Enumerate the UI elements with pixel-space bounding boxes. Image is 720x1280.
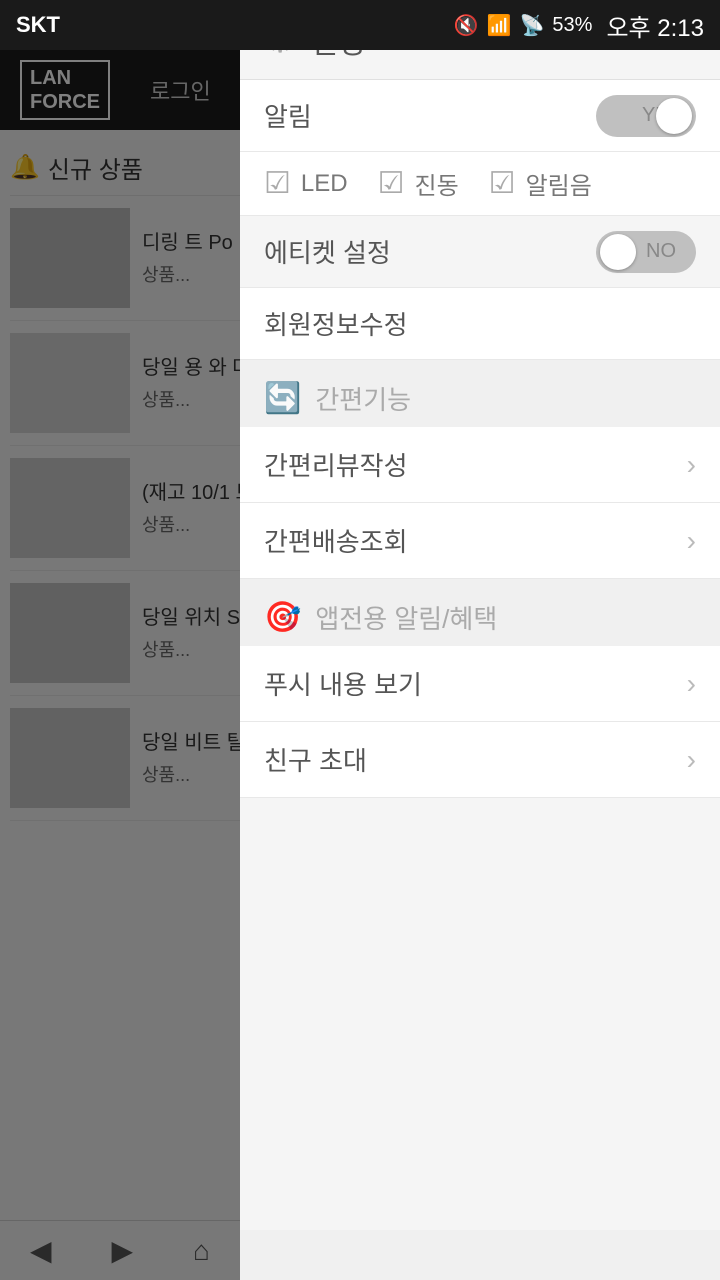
checkbox-sound-icon: ☑: [489, 166, 516, 201]
arrow-right-icon: ›: [687, 525, 696, 557]
notifications-toggle[interactable]: YES: [596, 95, 696, 137]
checkbox-sound[interactable]: ☑ 알림음: [489, 166, 592, 201]
quick-features-label: 간편기능: [315, 380, 411, 417]
etiquette-row: 에티켓 설정 NO: [240, 216, 720, 288]
arrow-right-icon: ›: [687, 449, 696, 481]
checkbox-led-label: LED: [301, 170, 348, 198]
member-info-label: 회원정보수정: [264, 305, 408, 342]
checkbox-led-icon: ☑: [264, 166, 291, 201]
notifications-row: 알림 YES: [240, 80, 720, 152]
quick-review-label: 간편리뷰작성: [264, 446, 408, 483]
toggle-no-text: NO: [646, 240, 676, 263]
notifications-label: 알림: [264, 97, 312, 134]
mute-icon: 🔇: [454, 13, 479, 38]
etiquette-toggle[interactable]: NO: [596, 231, 696, 273]
quick-delivery-row[interactable]: 간편배송조회 ›: [240, 503, 720, 579]
app-exclusive-section: 🎯 앱전용 알림/혜택: [240, 579, 720, 646]
invite-friend-row[interactable]: 친구 초대 ›: [240, 722, 720, 798]
wifi-icon: 📶: [487, 13, 512, 38]
quick-review-row[interactable]: 간편리뷰작성 ›: [240, 427, 720, 503]
time-label: 오후 2:13: [606, 8, 704, 43]
checkbox-vibration-label: 진동: [415, 166, 459, 201]
invite-friend-label: 친구 초대: [264, 741, 367, 778]
toggle-knob: [656, 98, 692, 134]
battery-label: 53%: [552, 14, 592, 37]
quick-delivery-label: 간편배송조회: [264, 522, 408, 559]
checkbox-row: ☑ LED ☑ 진동 ☑ 알림음: [240, 152, 720, 216]
target-icon: 🎯: [264, 600, 301, 635]
quick-features-section: 🔄 간편기능: [240, 360, 720, 427]
settings-panel: ⚙ 설정 × 알림 YES ☑ LED ☑ 진동 ☑ 알림음 에티켓 설정 NO: [240, 0, 720, 1230]
checkbox-vibration-icon: ☑: [378, 166, 405, 201]
overlay-dim: [0, 50, 240, 1280]
checkbox-sound-label: 알림음: [526, 166, 592, 201]
arrow-right-icon: ›: [687, 744, 696, 776]
status-icons: 🔇 📶 📡 53% 오후 2:13: [454, 8, 704, 43]
status-bar: SKT 🔇 📶 📡 53% 오후 2:13: [0, 0, 720, 50]
refresh-icon: 🔄: [264, 381, 301, 416]
signal-icon: 📡: [520, 13, 545, 38]
carrier-label: SKT: [16, 12, 60, 38]
checkbox-led[interactable]: ☑ LED: [264, 166, 348, 201]
push-content-label: 푸시 내용 보기: [264, 665, 422, 702]
push-content-row[interactable]: 푸시 내용 보기 ›: [240, 646, 720, 722]
checkbox-vibration[interactable]: ☑ 진동: [378, 166, 459, 201]
arrow-right-icon: ›: [687, 668, 696, 700]
app-exclusive-label: 앱전용 알림/혜택: [315, 599, 497, 636]
toggle-knob-no: [600, 234, 636, 270]
member-info-row[interactable]: 회원정보수정: [240, 288, 720, 360]
etiquette-label: 에티켓 설정: [264, 233, 391, 270]
